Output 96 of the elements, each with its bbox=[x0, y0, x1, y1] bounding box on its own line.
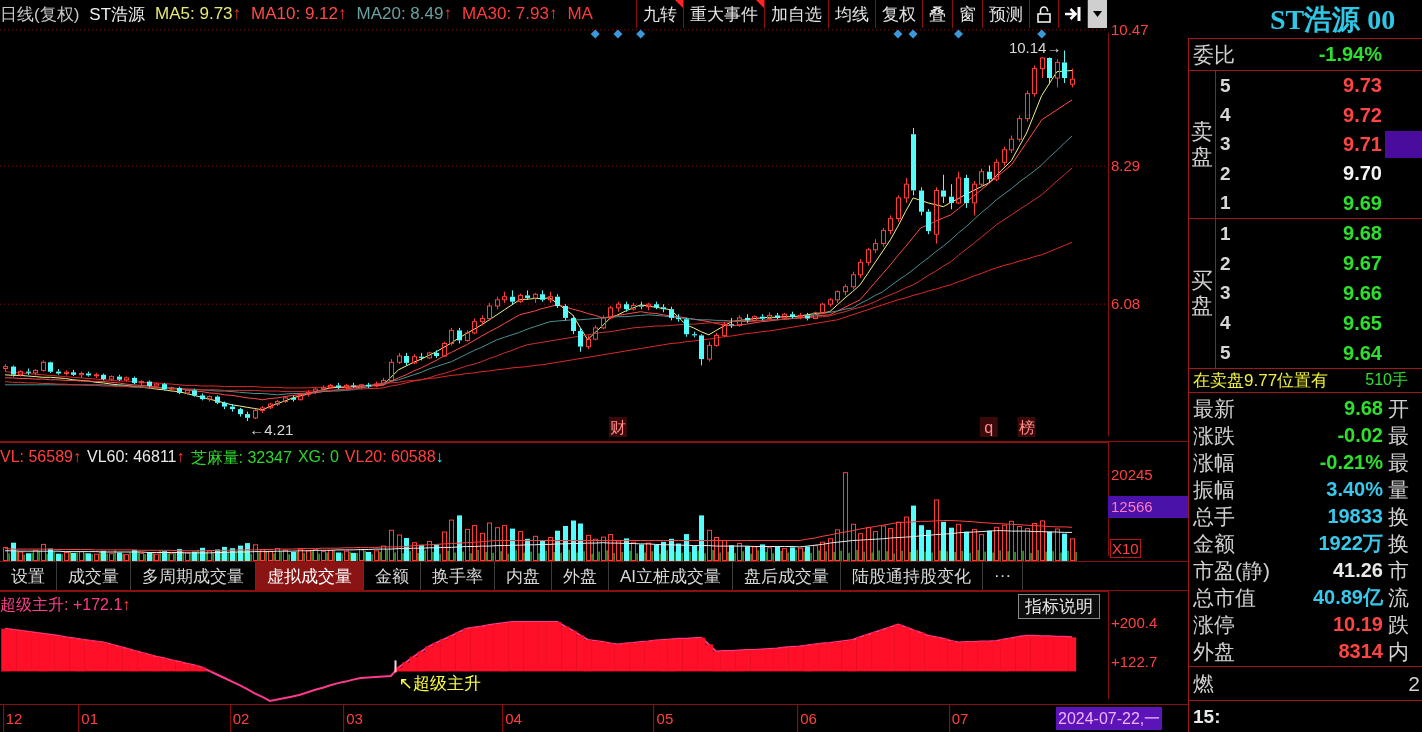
field-label: 涨幅 bbox=[1192, 449, 1236, 476]
field-value: 2 bbox=[1408, 671, 1420, 696]
axis-label: 20245 bbox=[1111, 465, 1153, 484]
scale-label: X10 bbox=[1110, 539, 1141, 558]
field-label: 内 bbox=[1387, 638, 1410, 665]
legend-label: ST浩源 bbox=[89, 3, 146, 26]
side-label: 卖盘 bbox=[1191, 120, 1213, 169]
field-label: 开 bbox=[1387, 395, 1410, 422]
field-value: 3.40% bbox=[1326, 478, 1384, 501]
cursor-value-label: 12566 bbox=[1108, 496, 1188, 519]
stock-title: ST浩源 00 bbox=[1269, 3, 1397, 37]
field-label: 外盘 bbox=[1192, 638, 1236, 665]
legend-label: 日线(复权) bbox=[0, 3, 80, 26]
legend-label: XG: 0 bbox=[297, 448, 339, 467]
field-label: 市盈(静) bbox=[1192, 557, 1271, 584]
legend-label: MA30: 7.93↑ bbox=[461, 4, 558, 24]
date-label: 07 bbox=[948, 705, 969, 732]
cursor-date-label: 2024-07-22,一 bbox=[1056, 707, 1163, 730]
field-label: 最 bbox=[1387, 449, 1410, 476]
field-value: 41.26 bbox=[1332, 559, 1384, 582]
field-value: 10.19 bbox=[1332, 613, 1384, 636]
field-label: 振幅 bbox=[1192, 476, 1236, 503]
field-label: 金额 bbox=[1192, 530, 1236, 557]
field-label: 最新 bbox=[1192, 395, 1236, 422]
price-value: 9.73 bbox=[1342, 74, 1383, 98]
order-volume: 510手 bbox=[1365, 370, 1408, 390]
axis-label: +122.7 bbox=[1111, 653, 1158, 672]
price-value: 9.72 bbox=[1342, 103, 1383, 127]
date-label: 02 bbox=[229, 705, 250, 732]
level-number: 4 bbox=[1219, 104, 1232, 127]
price-value: 9.66 bbox=[1342, 282, 1383, 305]
axis-label: 10.47 bbox=[1111, 20, 1149, 39]
legend-label: MA5: 9.73↑ bbox=[155, 4, 242, 24]
legend-label: VL20: 60588↓ bbox=[344, 448, 444, 467]
field-label: 燃 bbox=[1193, 670, 1214, 697]
level-number: 5 bbox=[1219, 342, 1232, 365]
annotation-label: ↖超级主升 bbox=[398, 674, 481, 694]
field-label: 市 bbox=[1387, 557, 1410, 584]
event-label: 榜 bbox=[1017, 417, 1036, 437]
field-label: 总手 bbox=[1192, 503, 1236, 530]
time-label: 15: bbox=[1193, 705, 1221, 728]
legend-label: VL60: 46811↑ bbox=[86, 448, 185, 467]
side-label: 买盘 bbox=[1191, 269, 1213, 318]
level-number: 4 bbox=[1219, 312, 1232, 335]
price-value: 9.64 bbox=[1342, 341, 1383, 365]
level-number: 2 bbox=[1219, 252, 1232, 275]
field-label: 换 bbox=[1387, 530, 1410, 557]
axis-label: 6.08 bbox=[1111, 295, 1141, 314]
field-value: 9.68 bbox=[1344, 397, 1384, 420]
field-label: 跌 bbox=[1387, 611, 1410, 638]
price-label: 10.14→ bbox=[1008, 39, 1062, 56]
field-value: 1922万 bbox=[1318, 531, 1384, 556]
level-number: 2 bbox=[1219, 162, 1232, 185]
field-label: 涨跌 bbox=[1192, 422, 1236, 449]
legend-label: 超级主升: +172.1↑ bbox=[0, 595, 131, 615]
date-label: 12 bbox=[2, 705, 23, 732]
field-label: 换 bbox=[1387, 503, 1410, 530]
field-label: 量 bbox=[1387, 476, 1410, 503]
legend-label: 芝麻量: 32347 bbox=[190, 448, 292, 468]
legend-label: MA bbox=[567, 4, 593, 24]
level-number: 3 bbox=[1219, 133, 1232, 156]
level-number: 5 bbox=[1219, 74, 1232, 97]
field-label: 涨停 bbox=[1192, 611, 1236, 638]
level-number: 3 bbox=[1219, 282, 1232, 305]
field-label: 流 bbox=[1387, 584, 1410, 611]
date-label: 06 bbox=[797, 705, 817, 732]
axis-label: 8.29 bbox=[1111, 157, 1141, 176]
level-number: 1 bbox=[1219, 192, 1232, 215]
price-label: ←4.21 bbox=[249, 421, 294, 438]
field-value: -1.94% bbox=[1318, 43, 1382, 66]
price-value: 9.71 bbox=[1342, 132, 1383, 156]
order-note: 在卖盘9.77位置有 bbox=[1193, 370, 1329, 392]
price-value: 9.70 bbox=[1342, 162, 1383, 186]
axis-label: +200.4 bbox=[1111, 613, 1158, 632]
event-label: 财 bbox=[608, 417, 627, 437]
price-value: 9.65 bbox=[1342, 311, 1383, 335]
field-value: -0.02 bbox=[1337, 424, 1384, 447]
date-label: 05 bbox=[653, 705, 674, 732]
date-label: 03 bbox=[343, 705, 363, 732]
level-number: 1 bbox=[1219, 222, 1232, 245]
field-value: -0.21% bbox=[1319, 451, 1384, 474]
field-label: 总市值 bbox=[1192, 584, 1257, 611]
event-label: q bbox=[979, 417, 998, 437]
field-value: 19833 bbox=[1327, 505, 1384, 528]
date-label: 01 bbox=[78, 705, 99, 732]
price-value: 9.69 bbox=[1342, 191, 1383, 215]
field-label: 委比 bbox=[1193, 41, 1235, 68]
field-label: 最 bbox=[1387, 422, 1410, 449]
legend-label: MA20: 8.49↑ bbox=[356, 4, 452, 24]
legend-label: MA10: 9.12↑ bbox=[251, 4, 347, 24]
legend-label: VL: 56589↑ bbox=[0, 448, 81, 467]
date-label: 04 bbox=[502, 705, 522, 732]
price-value: 9.67 bbox=[1342, 252, 1383, 276]
field-value: 8314 bbox=[1338, 640, 1384, 663]
price-value: 9.68 bbox=[1342, 222, 1383, 246]
field-value: 40.89亿 bbox=[1312, 585, 1384, 610]
